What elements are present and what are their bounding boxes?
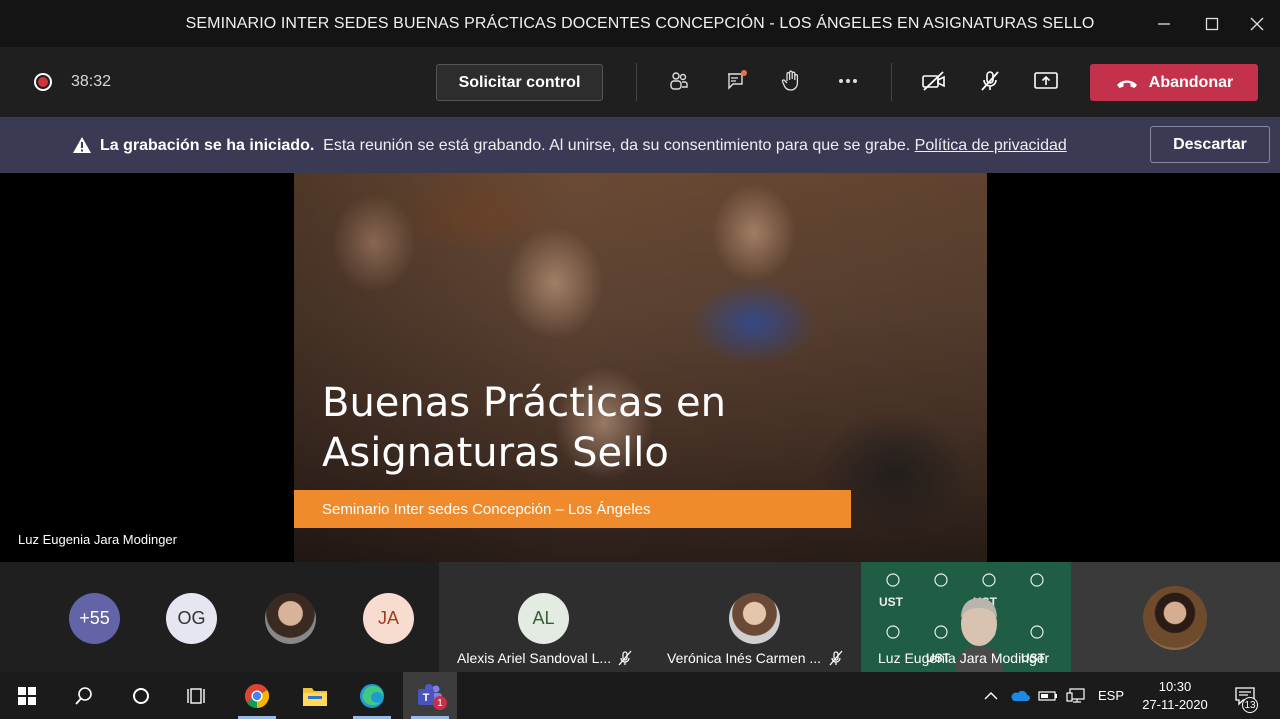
onedrive-button[interactable] bbox=[1007, 672, 1033, 719]
more-icon bbox=[839, 79, 857, 83]
participant-tile[interactable]: AL Alexis Ariel Sandoval L... bbox=[439, 562, 650, 672]
more-options-button[interactable] bbox=[834, 67, 862, 95]
recording-icon bbox=[34, 73, 52, 91]
clock[interactable]: 10:30 27-11-2020 bbox=[1135, 672, 1215, 719]
shared-content-stage: Buenas Prácticas en Asignaturas Sello Se… bbox=[0, 173, 1280, 562]
file-explorer-button[interactable] bbox=[288, 672, 342, 719]
mic-toggle-button[interactable] bbox=[976, 67, 1004, 95]
cortana-button[interactable] bbox=[114, 672, 168, 719]
close-icon bbox=[1250, 17, 1263, 30]
privacy-policy-link[interactable]: Política de privacidad bbox=[915, 137, 1067, 154]
participant-name: Luz Eugenia Jara Modinger bbox=[878, 650, 1050, 666]
avatar bbox=[729, 593, 780, 644]
slide-title: Buenas Prácticas en Asignaturas Sello bbox=[322, 378, 726, 478]
chevron-up-icon bbox=[984, 691, 998, 699]
raise-hand-button[interactable] bbox=[777, 67, 805, 95]
mic-off-icon bbox=[618, 650, 632, 666]
battery-button[interactable] bbox=[1036, 672, 1060, 719]
chrome-icon bbox=[244, 683, 270, 708]
search-icon bbox=[75, 686, 92, 705]
hang-up-icon bbox=[1116, 80, 1137, 88]
teams-taskbar-button[interactable]: T 1 bbox=[403, 672, 457, 719]
avatar[interactable]: JA bbox=[363, 593, 414, 644]
avatar[interactable]: OG bbox=[166, 593, 217, 644]
maximize-icon bbox=[1205, 17, 1218, 30]
avatar: AL bbox=[518, 593, 569, 644]
title-bar: SEMINARIO INTER SEDES BUENAS PRÁCTICAS D… bbox=[0, 0, 1280, 47]
dismiss-button[interactable]: Descartar bbox=[1150, 126, 1270, 163]
participants-overflow[interactable]: +55 bbox=[69, 593, 120, 644]
recording-banner: La grabación se ha iniciado. Esta reunió… bbox=[0, 117, 1280, 173]
meeting-toolbar: 38:32 Solicitar control Abandonar bbox=[0, 47, 1280, 117]
edge-icon bbox=[360, 683, 384, 708]
clock-date: 27-11-2020 bbox=[1142, 696, 1208, 712]
action-center-button[interactable]: 13 bbox=[1225, 672, 1265, 719]
participant-tile[interactable]: Verónica Inés Carmen ... bbox=[650, 562, 861, 672]
slide-subtitle: Seminario Inter sedes Concepción – Los Á… bbox=[294, 490, 851, 528]
participant-name: Alexis Ariel Sandoval L... bbox=[457, 650, 612, 666]
network-button[interactable] bbox=[1063, 672, 1089, 719]
svg-text:UST: UST bbox=[879, 595, 904, 609]
task-view-button[interactable] bbox=[171, 672, 225, 719]
start-button[interactable] bbox=[0, 672, 54, 719]
participant-strip: +55 OG JA AL Alexis Ariel Sandoval L... … bbox=[0, 562, 1280, 672]
camera-off-icon bbox=[922, 71, 945, 91]
chrome-taskbar-button[interactable] bbox=[230, 672, 284, 719]
presenter-name: Luz Eugenia Jara Modinger bbox=[18, 532, 177, 547]
banner-bold-text: La grabación se ha iniciado. bbox=[100, 137, 315, 154]
search-button[interactable] bbox=[57, 672, 111, 719]
maximize-button[interactable] bbox=[1188, 0, 1235, 47]
share-screen-icon bbox=[1034, 72, 1058, 89]
teams-notification-badge: 1 bbox=[433, 696, 447, 710]
folder-icon bbox=[303, 687, 327, 706]
cortana-icon bbox=[133, 687, 149, 704]
onedrive-icon bbox=[1011, 690, 1030, 701]
minimize-icon bbox=[1157, 22, 1170, 25]
participant-video-tile[interactable]: USTUST USTUST Luz Eugenia Jara Modinger bbox=[861, 562, 1071, 672]
camera-toggle-button[interactable] bbox=[920, 67, 948, 95]
banner-message: La grabación se ha iniciado. Esta reunió… bbox=[100, 137, 1067, 155]
minimize-button[interactable] bbox=[1140, 0, 1187, 47]
notification-count-badge: 13 bbox=[1242, 697, 1258, 713]
leave-button-label: Abandonar bbox=[1148, 73, 1234, 91]
toolbar-divider bbox=[891, 63, 892, 101]
mic-off-icon bbox=[829, 650, 843, 666]
participant-name: Verónica Inés Carmen ... bbox=[667, 650, 822, 666]
participant-tile[interactable] bbox=[1071, 562, 1280, 672]
toolbar-divider bbox=[636, 63, 637, 101]
close-button[interactable] bbox=[1233, 0, 1280, 47]
network-icon bbox=[1066, 687, 1085, 703]
language-indicator[interactable]: ESP bbox=[1094, 672, 1128, 719]
raise-hand-icon bbox=[781, 70, 799, 91]
meeting-timer: 38:32 bbox=[71, 73, 112, 90]
leave-button[interactable]: Abandonar bbox=[1090, 64, 1258, 101]
task-view-icon bbox=[187, 687, 205, 704]
clock-time: 10:30 bbox=[1158, 678, 1192, 694]
participants-icon bbox=[670, 72, 688, 90]
banner-text: Esta reunión se está grabando. Al unirse… bbox=[323, 137, 911, 154]
windows-logo-icon bbox=[18, 686, 36, 705]
participants-button[interactable] bbox=[665, 67, 693, 95]
avatar[interactable] bbox=[265, 593, 316, 644]
os-taskbar: T 1 ESP 10:30 27-11-2020 13 bbox=[0, 672, 1280, 719]
window-title: SEMINARIO INTER SEDES BUENAS PRÁCTICAS D… bbox=[185, 14, 1095, 32]
share-screen-button[interactable] bbox=[1032, 67, 1060, 95]
svg-text:T: T bbox=[423, 692, 430, 704]
slide-title-line1: Buenas Prácticas en bbox=[322, 380, 727, 426]
edge-taskbar-button[interactable] bbox=[345, 672, 399, 719]
chat-icon bbox=[728, 70, 747, 90]
show-hidden-icons-button[interactable] bbox=[980, 672, 1002, 719]
mic-off-icon bbox=[981, 71, 999, 91]
slide-title-line2: Asignaturas Sello bbox=[322, 430, 669, 476]
avatar bbox=[1143, 586, 1207, 650]
request-control-button[interactable]: Solicitar control bbox=[436, 64, 603, 101]
chat-button[interactable] bbox=[723, 67, 751, 95]
presentation-slide: Buenas Prácticas en Asignaturas Sello Se… bbox=[294, 173, 987, 562]
warning-icon bbox=[73, 137, 91, 153]
battery-icon bbox=[1038, 690, 1057, 701]
